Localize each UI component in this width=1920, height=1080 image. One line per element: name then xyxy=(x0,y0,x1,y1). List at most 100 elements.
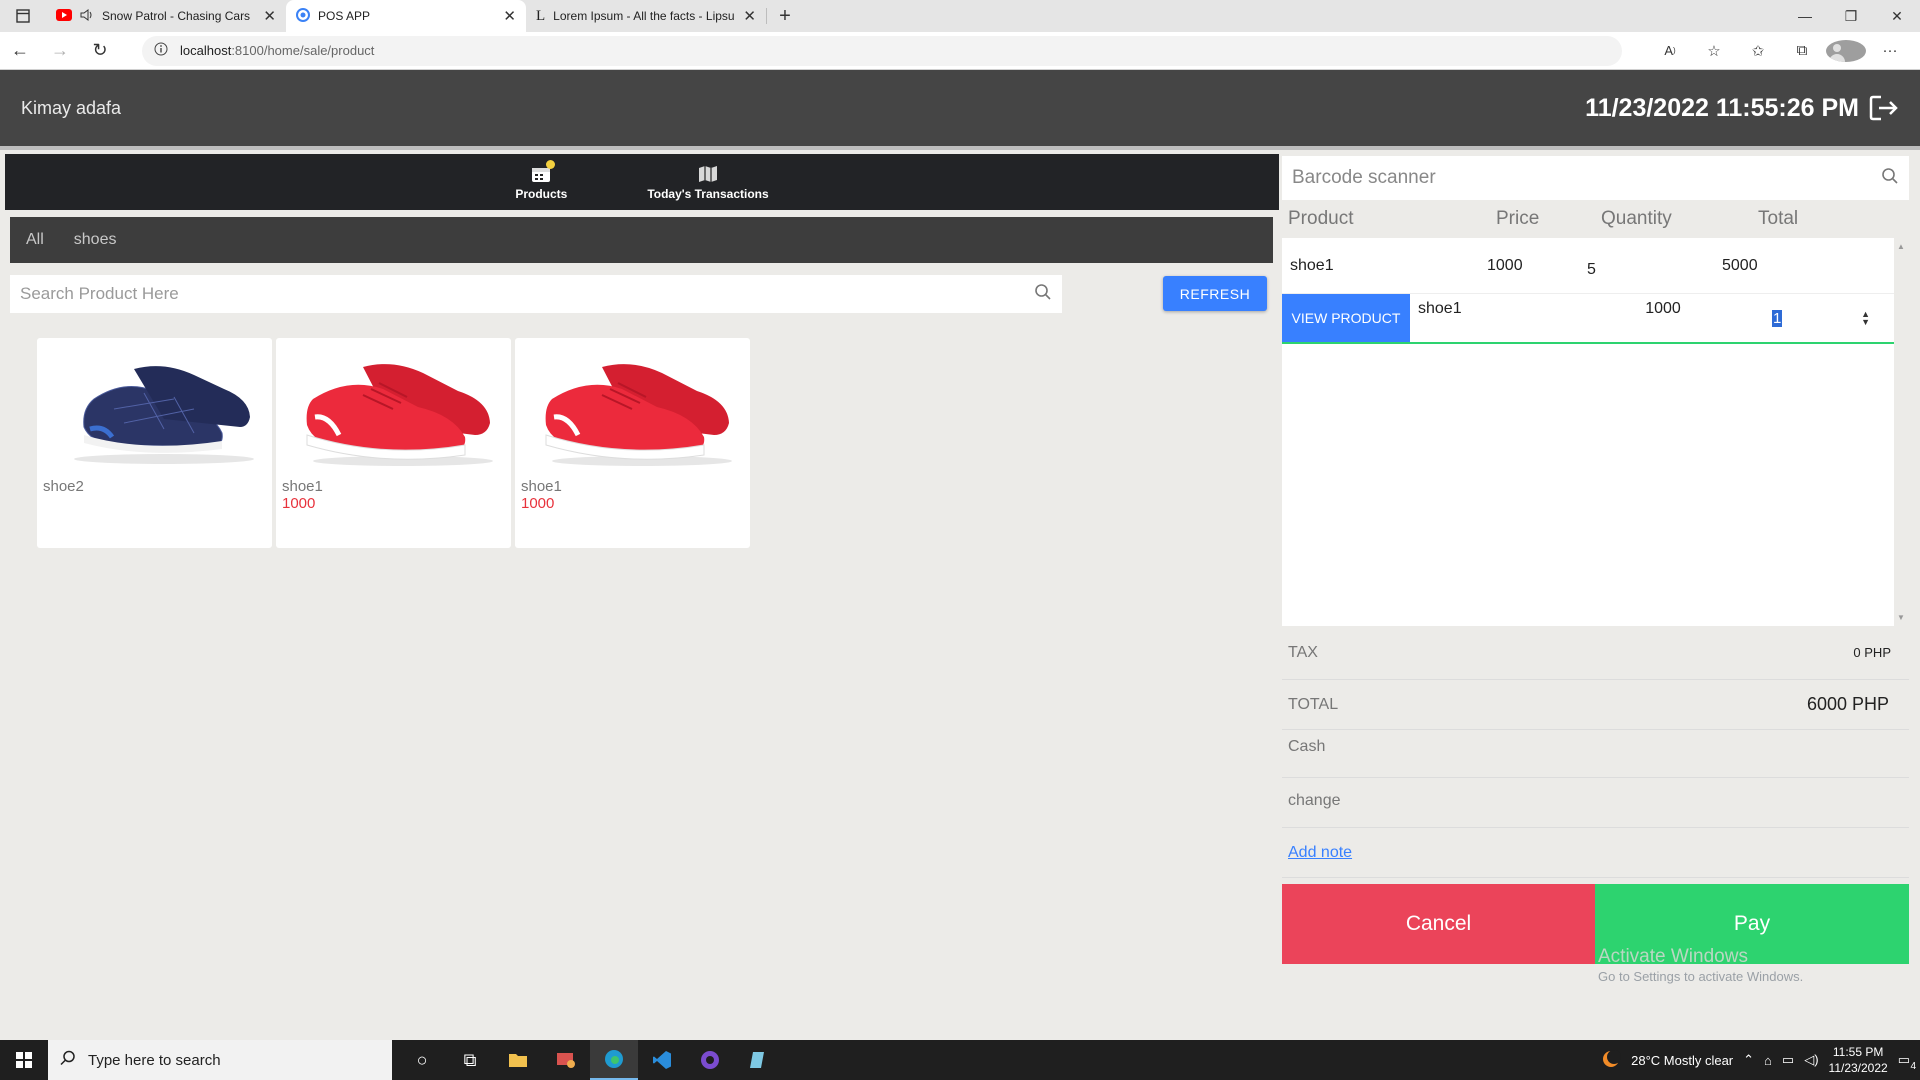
info-icon[interactable] xyxy=(154,42,168,59)
refresh-button[interactable]: REFRESH xyxy=(1163,276,1267,311)
cortana-icon[interactable]: ○ xyxy=(398,1040,446,1080)
vscode-icon[interactable] xyxy=(638,1040,686,1080)
tax-label: TAX xyxy=(1288,643,1318,661)
weather-text[interactable]: 28°C Mostly clear xyxy=(1631,1053,1733,1068)
tab-transactions[interactable]: Today's Transactions xyxy=(647,163,769,201)
user-name: Kimay adafa xyxy=(21,97,122,118)
file-explorer-icon[interactable] xyxy=(494,1040,542,1080)
close-tab-icon[interactable]: ✕ xyxy=(263,7,276,25)
cart-table-header: Product Price Quantity Total xyxy=(1282,200,1909,238)
close-tab-icon[interactable]: ✕ xyxy=(743,7,756,25)
collections-icon[interactable]: ⧉ xyxy=(1782,42,1822,59)
total-value: 6000 PHP xyxy=(1806,694,1889,714)
header-total: Total xyxy=(1758,208,1799,229)
change-field: change xyxy=(1282,778,1909,828)
windows-start-icon[interactable] xyxy=(0,1052,48,1068)
browser-tab-pos-app[interactable]: POS APP ✕ xyxy=(286,0,526,32)
action-buttons: Cancel Pay xyxy=(1282,884,1909,964)
notification-center-icon[interactable]: ▭ 4 xyxy=(1898,1052,1916,1072)
browser-tab-youtube[interactable]: Snow Patrol - Chasing Cars ✕ xyxy=(46,0,286,32)
network-icon[interactable]: ⌂ xyxy=(1764,1053,1772,1068)
weather-icon[interactable] xyxy=(1601,1049,1622,1072)
activate-windows-watermark: Activate Windows Go to Settings to activ… xyxy=(1598,947,1803,987)
scroll-down-icon[interactable]: ▼ xyxy=(1897,613,1905,622)
chevron-up-icon[interactable]: ⌃ xyxy=(1743,1052,1754,1068)
product-card[interactable]: shoe1 1000 xyxy=(515,338,750,548)
speaker-icon[interactable] xyxy=(80,8,94,25)
battery-icon[interactable]: ▭ xyxy=(1782,1052,1794,1068)
favorites-icon[interactable]: ✩ xyxy=(1738,42,1778,60)
system-tray: 28°C Mostly clear ⌃ ⌂ ▭ ◁) 11:55 PM 11/2… xyxy=(1601,1044,1920,1076)
calendar-icon xyxy=(531,160,556,183)
search-icon[interactable] xyxy=(1034,283,1052,306)
watermark-title: Activate Windows xyxy=(1598,946,1748,967)
close-window-icon[interactable]: ✕ xyxy=(1874,0,1920,32)
tab-actions-icon[interactable] xyxy=(0,0,46,32)
lipsum-icon: L xyxy=(536,7,546,24)
taskbar-search-field[interactable]: Type here to search xyxy=(48,1040,392,1080)
category-bar: All shoes xyxy=(10,217,1273,263)
add-note-link[interactable]: Add note xyxy=(1288,844,1352,862)
url-field[interactable]: localhost:8100/home/sale/product xyxy=(142,35,1622,66)
close-tab-icon[interactable]: ✕ xyxy=(503,7,516,25)
header-quantity: Quantity xyxy=(1601,208,1672,229)
profile-icon[interactable] xyxy=(1826,39,1866,62)
volume-icon[interactable]: ◁) xyxy=(1804,1052,1818,1068)
product-image xyxy=(521,344,743,474)
notepad-icon[interactable] xyxy=(734,1040,782,1080)
category-shoes[interactable]: shoes xyxy=(74,231,117,249)
payment-summary: TAX 0 PHP TOTAL 6000 PHP Cash change Add… xyxy=(1282,626,1909,878)
product-card[interactable]: shoe1 1000 xyxy=(276,338,511,548)
github-desktop-icon[interactable] xyxy=(686,1040,734,1080)
task-view-icon[interactable]: ⧉ xyxy=(446,1040,494,1080)
cart-item-price: 1000 xyxy=(1645,300,1681,317)
cancel-button[interactable]: Cancel xyxy=(1282,884,1595,964)
cart-scrollbar[interactable]: ▲ ▼ xyxy=(1894,238,1908,626)
minimize-icon[interactable]: — xyxy=(1782,0,1828,32)
search-icon[interactable] xyxy=(1881,167,1899,190)
cart-item-price: 1000 xyxy=(1487,256,1523,274)
reload-icon[interactable]: ↻ xyxy=(80,40,120,61)
browser-tab-lipsum[interactable]: L Lorem Ipsum - All the facts - Lipsum ✕ xyxy=(526,0,766,32)
read-aloud-icon[interactable]: A) xyxy=(1650,43,1690,58)
forward-icon[interactable]: → xyxy=(40,40,80,61)
edge-icon[interactable] xyxy=(590,1040,638,1080)
new-tab-icon[interactable]: + xyxy=(767,0,803,32)
more-icon[interactable]: ··· xyxy=(1870,42,1910,59)
product-grid: shoe2 shoe1 1000 shoe1 1000 xyxy=(37,338,750,548)
cash-field[interactable]: Cash xyxy=(1282,730,1909,778)
quantity-input[interactable]: 1 xyxy=(1772,309,1783,327)
taskbar-apps: ○ ⧉ xyxy=(398,1040,782,1080)
barcode-scanner-input[interactable] xyxy=(1292,167,1881,189)
url-host: localhost xyxy=(180,43,232,58)
quantity-stepper[interactable]: 1 ▲ ▼ xyxy=(1728,294,1894,342)
restore-icon[interactable]: ❐ xyxy=(1828,0,1874,32)
logout-icon[interactable] xyxy=(1869,94,1899,122)
browser-tab-bar: Snow Patrol - Chasing Cars ✕ POS APP ✕ L… xyxy=(0,0,1920,32)
tab-products-label: Products xyxy=(515,187,568,201)
avatar xyxy=(1826,39,1866,62)
cart-item-name: shoe1 xyxy=(1290,256,1334,274)
window-controls: — ❐ ✕ xyxy=(1782,0,1920,32)
table-row-selected: VIEW PRODUCT shoe1 1000 1 ▲ ▼ xyxy=(1282,294,1894,344)
add-favorite-icon[interactable]: ☆ xyxy=(1694,42,1734,60)
tab-products[interactable]: Products xyxy=(515,160,568,201)
map-icon xyxy=(698,163,718,183)
product-search-input[interactable] xyxy=(20,284,1034,304)
spin-arrows-icon[interactable]: ▲ ▼ xyxy=(1861,310,1870,327)
view-product-button[interactable]: VIEW PRODUCT xyxy=(1282,294,1410,342)
mail-app-icon[interactable] xyxy=(542,1040,590,1080)
back-icon[interactable]: ← xyxy=(0,40,40,61)
product-card[interactable]: shoe2 xyxy=(37,338,272,548)
product-price: 1000 xyxy=(521,495,555,512)
browser-address-bar: ← → ↻ localhost:8100/home/sale/product A… xyxy=(0,32,1920,70)
category-all[interactable]: All xyxy=(26,231,44,249)
total-label: TOTAL xyxy=(1288,695,1339,713)
product-image xyxy=(43,344,265,474)
taskbar-clock[interactable]: 11:55 PM 11/23/2022 xyxy=(1829,1044,1888,1076)
url-path: :8100/home/sale/product xyxy=(231,43,375,58)
scroll-up-icon[interactable]: ▲ xyxy=(1897,242,1905,251)
table-row[interactable]: shoe1 1000 5 5000 xyxy=(1282,238,1894,294)
tab-transactions-label: Today's Transactions xyxy=(647,187,769,201)
change-label: change xyxy=(1288,792,1341,809)
